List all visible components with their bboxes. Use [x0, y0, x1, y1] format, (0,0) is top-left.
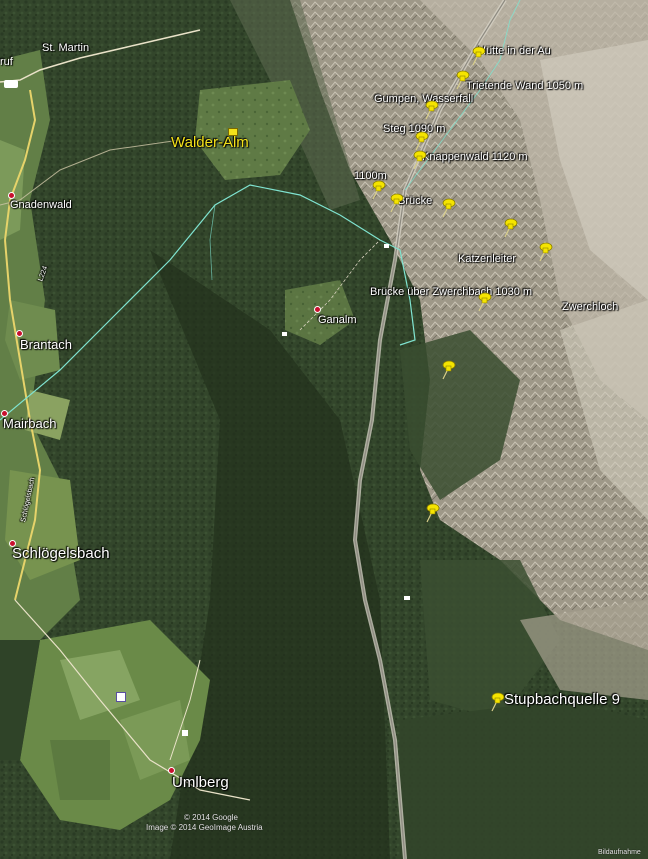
alm-hut-icon — [228, 128, 238, 136]
pushpin-icon[interactable] — [489, 692, 505, 712]
credit-image: Image © 2014 GeoImage Austria — [146, 823, 263, 832]
pushpin-icon[interactable] — [411, 150, 427, 170]
waypoint-label-knappenwald: Knappenwald 1120 m — [422, 151, 528, 163]
satellite-map[interactable]: ruf St. Martin Walder-Alm Gnadenwald Bra… — [0, 0, 648, 859]
waypoint-label-zwerchloch: Zwerchloch — [562, 301, 619, 313]
waypoint-label-stupbachquelle: Stupbachquelle 9 — [504, 691, 620, 708]
pushpin-icon[interactable] — [370, 180, 386, 200]
label-gnadenwald: Gnadenwald — [10, 199, 72, 211]
label-schloegelsbach: Schlögelsbach — [12, 545, 110, 562]
label-brantach: Brantach — [20, 337, 73, 352]
pushpin-icon[interactable] — [388, 193, 404, 213]
waypoint-label-bruecke-zwerchbach: Brücke über Zwerchbach 1030 m — [370, 286, 533, 298]
pushpin-icon[interactable] — [454, 70, 470, 90]
pushpin-icon[interactable] — [476, 292, 492, 312]
label-ganalm: Ganalm — [318, 314, 357, 326]
church-icon — [4, 80, 18, 88]
label-mairbach: Mairbach — [3, 416, 57, 431]
trail-marker-icon — [282, 332, 287, 336]
pushpin-icon[interactable] — [470, 46, 486, 66]
credit-corner: Bildaufnahme — [598, 849, 641, 856]
label-edge-left: ruf — [0, 56, 13, 68]
pushpin-icon[interactable] — [502, 218, 518, 238]
trail-marker-icon — [404, 596, 410, 600]
credit-google: © 2014 Google — [184, 813, 238, 822]
place-marker-brantach — [16, 330, 23, 337]
trail-marker-icon — [384, 244, 389, 248]
pushpin-icon[interactable] — [423, 100, 439, 120]
terrain-imagery — [0, 0, 648, 859]
pushpin-icon[interactable] — [440, 360, 456, 380]
pushpin-icon[interactable] — [413, 131, 429, 151]
pushpin-icon[interactable] — [440, 198, 456, 218]
place-marker-umlberg — [168, 767, 175, 774]
church-icon — [182, 730, 188, 736]
place-marker-gnadenwald — [8, 192, 15, 199]
label-st-martin: St. Martin — [42, 42, 90, 54]
pushpin-icon[interactable] — [537, 242, 553, 262]
waypoint-label-katzenleiter: Katzenleiter — [458, 253, 517, 265]
church-icon — [116, 692, 126, 702]
pushpin-icon[interactable] — [424, 503, 440, 523]
label-walder-alm: Walder-Alm — [171, 134, 249, 151]
place-marker-ganalm — [314, 306, 321, 313]
waypoint-label-hutte-au: Hütte in der Au — [478, 45, 551, 57]
waypoint-label-trietende-wand: Trietende Wand 1050 m — [466, 80, 584, 92]
label-umlberg: Umlberg — [172, 774, 229, 791]
